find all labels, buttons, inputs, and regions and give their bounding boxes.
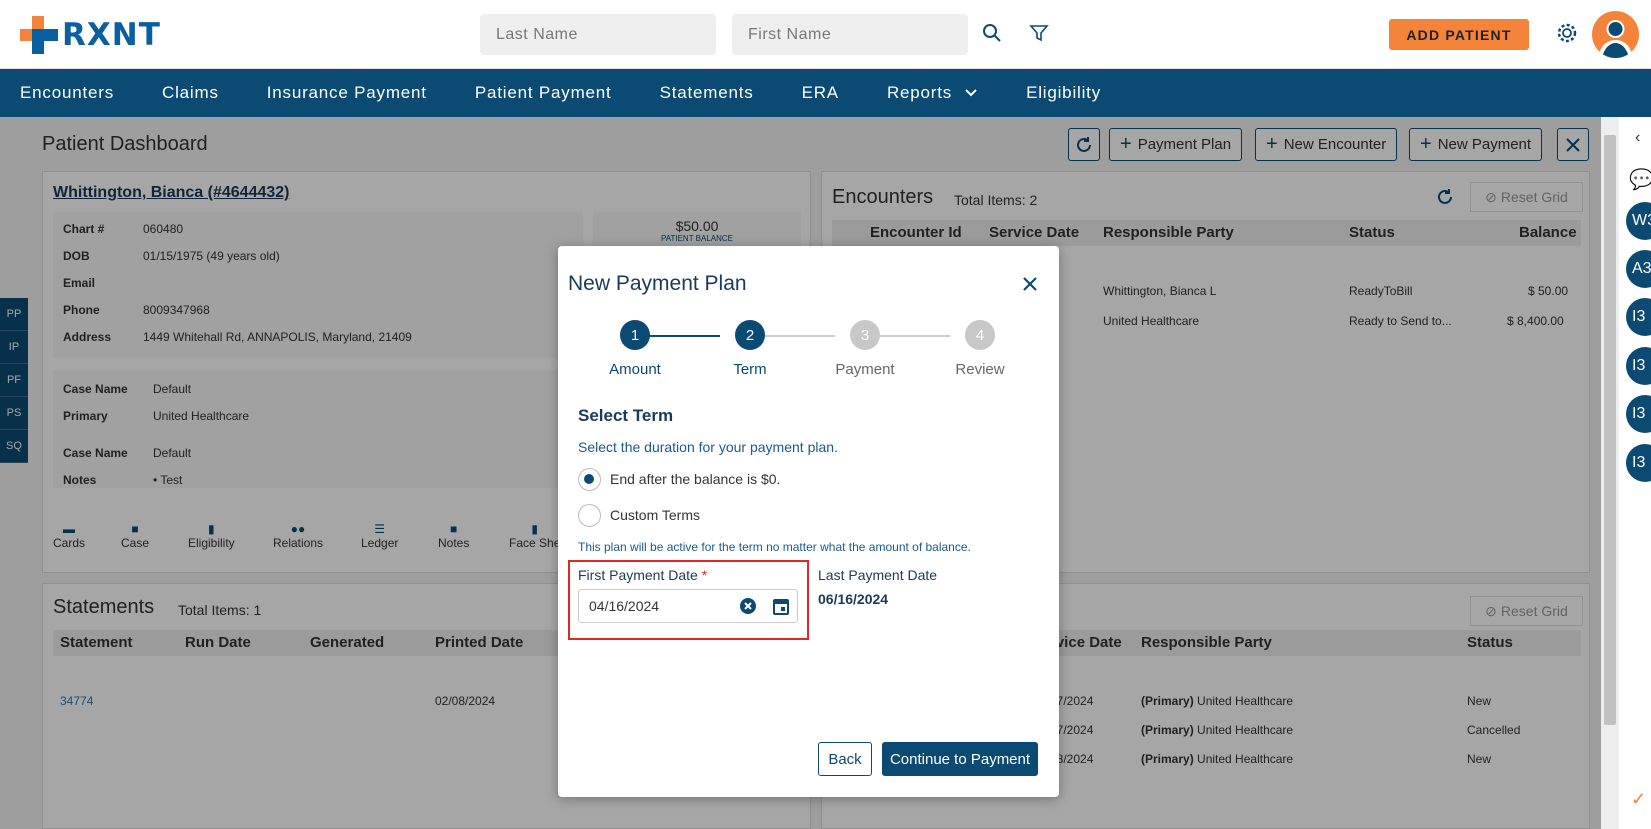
check-circle-icon[interactable]: ✓ [1631, 789, 1646, 810]
rail-user-circle[interactable]: I3 [1626, 444, 1651, 482]
nav-reports-label: Reports [886, 83, 953, 102]
page-scrollbar[interactable] [1601, 117, 1619, 829]
rail-user-circle[interactable]: W3 [1626, 202, 1651, 240]
chevron-left-icon[interactable]: ‹ [1635, 129, 1640, 147]
nav-encounters[interactable]: Encounters [20, 83, 114, 103]
section-title: Select Term [578, 406, 674, 425]
chat-icon[interactable]: 💬 [1629, 167, 1651, 192]
custom-terms-radio[interactable] [578, 504, 601, 527]
clear-icon[interactable] [739, 597, 757, 620]
scrollbar-thumb[interactable] [1604, 135, 1616, 725]
gear-icon[interactable] [1554, 20, 1580, 46]
top-bar: RXNT ADD PATIENT [0, 0, 1651, 69]
new-payment-plan-modal: New Payment Plan 1 2 3 4 Amount Term Pay… [558, 246, 1059, 797]
term-note: This plan will be active for the term no… [578, 540, 971, 554]
step-1-label: Amount [609, 361, 661, 378]
first-payment-date-value: 04/16/2024 [589, 598, 660, 614]
section-description: Select the duration for your payment pla… [578, 439, 838, 455]
nav-reports[interactable]: Reports [887, 83, 978, 103]
step-2-circle: 2 [735, 320, 765, 350]
step-3-label: Payment [835, 361, 895, 378]
main-nav: Encounters Claims Insurance Payment Pati… [0, 69, 1651, 117]
last-payment-label: Last Payment Date [818, 567, 938, 583]
custom-terms-label[interactable]: Custom Terms [610, 507, 700, 523]
logo-text: RXNT [62, 17, 161, 53]
modal-title: New Payment Plan [568, 272, 747, 295]
filter-icon[interactable] [1026, 20, 1052, 46]
rail-user-circle[interactable]: I3 [1626, 347, 1651, 385]
step-1-circle: 1 [620, 320, 650, 350]
required-marker: * [701, 567, 708, 583]
last-name-input[interactable] [480, 14, 716, 55]
last-payment-value: 06/16/2024 [818, 591, 889, 607]
user-avatar[interactable] [1592, 11, 1639, 58]
continue-to-payment-button[interactable]: Continue to Payment [882, 742, 1038, 776]
calendar-icon[interactable] [773, 597, 789, 620]
nav-insurance-payment[interactable]: Insurance Payment [267, 83, 427, 103]
step-3-circle: 3 [850, 320, 880, 350]
nav-eligibility[interactable]: Eligibility [1026, 83, 1101, 103]
first-payment-label-text: First Payment Date [578, 567, 698, 583]
close-icon[interactable] [1020, 274, 1040, 294]
nav-era[interactable]: ERA [802, 83, 839, 103]
end-after-balance-label[interactable]: End after the balance is $0. [610, 471, 780, 487]
rail-user-circle[interactable]: I3 [1626, 395, 1651, 433]
step-4-label: Review [955, 361, 1005, 378]
rail-user-circle[interactable]: A3 [1626, 250, 1651, 288]
first-payment-date-input[interactable]: 04/16/2024 [578, 589, 798, 623]
search-icon[interactable] [979, 20, 1005, 46]
step-2-label: Term [733, 361, 767, 378]
nav-patient-payment[interactable]: Patient Payment [475, 83, 612, 103]
chevron-down-icon [965, 89, 977, 97]
nav-claims[interactable]: Claims [162, 83, 219, 103]
first-name-input[interactable] [732, 14, 968, 55]
step-4-circle: 4 [965, 320, 995, 350]
logo-cross-icon [20, 16, 58, 54]
end-after-balance-radio[interactable] [578, 468, 601, 491]
back-button[interactable]: Back [818, 742, 872, 776]
rail-user-circle[interactable]: I3 [1626, 298, 1651, 336]
rxnt-logo[interactable]: RXNT [20, 16, 161, 54]
first-payment-label: First Payment Date * [578, 567, 707, 583]
nav-statements[interactable]: Statements [660, 83, 754, 103]
add-patient-button[interactable]: ADD PATIENT [1389, 19, 1529, 50]
